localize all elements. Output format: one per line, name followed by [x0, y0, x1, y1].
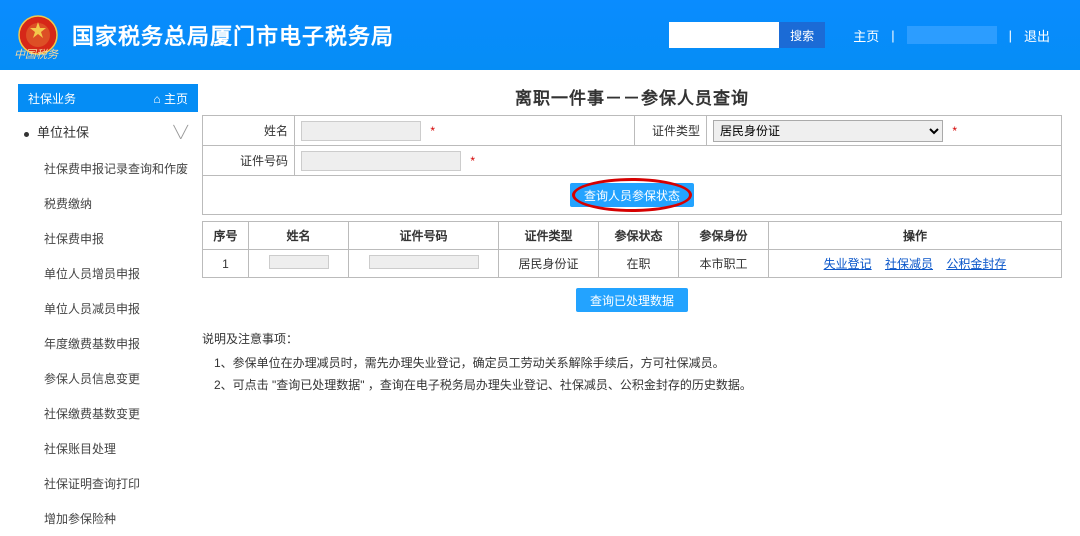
sidebar-item-add-insurance[interactable]: 增加参保险种	[44, 501, 198, 536]
sidebar-item-annual-base[interactable]: 年度缴费基数申报	[44, 326, 198, 361]
nav-logout-link[interactable]: 退出	[1024, 26, 1050, 45]
idno-label: 证件号码	[203, 146, 295, 176]
col-idno: 证件号码	[349, 222, 499, 250]
site-title: 国家税务总局厦门市电子税务局	[72, 19, 394, 51]
idtype-label: 证件类型	[635, 116, 707, 146]
cell-idno	[349, 250, 499, 278]
col-idtype: 证件类型	[499, 222, 599, 250]
header-nav: 主页 | | 退出	[847, 26, 1056, 45]
col-identity: 参保身份	[679, 222, 769, 250]
sidebar-item-tax-pay[interactable]: 税费缴纳	[44, 186, 198, 221]
required-mark: *	[952, 124, 957, 138]
col-seq: 序号	[203, 222, 249, 250]
idtype-select[interactable]: 居民身份证	[713, 120, 943, 142]
op-unemploy-register[interactable]: 失业登记	[824, 257, 872, 271]
sidebar-item-fee-declare[interactable]: 社保费申报	[44, 221, 198, 256]
cell-name	[249, 250, 349, 278]
required-mark: *	[430, 124, 435, 138]
sidebar-item-account-handle[interactable]: 社保账目处理	[44, 431, 198, 466]
sidebar-header[interactable]: 社保业务 ⌂ 主页	[18, 84, 198, 112]
cell-identity: 本市职工	[679, 250, 769, 278]
chevron-down-icon: ╲╱	[174, 125, 188, 139]
nav-user-placeholder	[907, 26, 997, 44]
sidebar-item-remove-member[interactable]: 单位人员减员申报	[44, 291, 198, 326]
nav-divider: |	[1009, 28, 1012, 43]
cell-ops: 失业登记 社保减员 公积金封存	[769, 250, 1062, 278]
search-button[interactable]: 搜索	[779, 22, 825, 48]
notes-title: 说明及注意事项：	[202, 328, 1062, 350]
sidebar: 社保业务 ⌂ 主页 单位社保 ╲╱ 社保费申报记录查询和作废 税费缴纳 社保费申…	[0, 70, 198, 536]
logo-subtitle: 中国税务	[14, 46, 58, 62]
name-label: 姓名	[203, 116, 295, 146]
idno-input[interactable]	[301, 151, 461, 171]
notes-item: 2、可点击 "查询已处理数据" ，查询在电子税务局办理失业登记、社保减员、公积金…	[214, 374, 1062, 396]
cell-status: 在职	[599, 250, 679, 278]
sidebar-item-info-change[interactable]: 参保人员信息变更	[44, 361, 198, 396]
sidebar-item-base-change[interactable]: 社保缴费基数变更	[44, 396, 198, 431]
sidebar-item-cert-print[interactable]: 社保证明查询打印	[44, 466, 198, 501]
query-button-row: 查询人员参保状态	[202, 176, 1062, 215]
name-input[interactable]	[301, 121, 421, 141]
col-status: 参保状态	[599, 222, 679, 250]
table-header-row: 序号 姓名 证件号码 证件类型 参保状态 参保身份 操作	[203, 222, 1062, 250]
sidebar-home-link[interactable]: ⌂ 主页	[153, 90, 188, 107]
notes-item: 1、参保单位在办理减员时，需先办理失业登记，确定员工劳动关系解除手续后，方可社保…	[214, 352, 1062, 374]
sidebar-submenu: 社保费申报记录查询和作废 税费缴纳 社保费申报 单位人员增员申报 单位人员减员申…	[18, 151, 198, 536]
col-name: 姓名	[249, 222, 349, 250]
query-processed-button[interactable]: 查询已处理数据	[576, 288, 688, 312]
bullet-icon	[24, 132, 29, 137]
sidebar-top-label: 单位社保	[37, 125, 89, 140]
sidebar-header-label: 社保业务	[28, 90, 76, 107]
main-content: 离职一件事－－参保人员查询 姓名 * 证件类型 居民身份证 * 证件号码	[198, 70, 1080, 536]
op-social-remove[interactable]: 社保减员	[885, 257, 933, 271]
home-icon: ⌂	[153, 92, 164, 106]
op-fund-seal[interactable]: 公积金封存	[946, 257, 1006, 271]
table-row: 1 居民身份证 在职 本市职工 失业登记 社保减员 公积金封存	[203, 250, 1062, 278]
query-status-button[interactable]: 查询人员参保状态	[570, 183, 694, 207]
nav-divider: |	[891, 28, 894, 43]
nav-home-link[interactable]: 主页	[853, 26, 879, 45]
sidebar-item-unit-social[interactable]: 单位社保 ╲╱	[18, 112, 198, 151]
col-ops: 操作	[769, 222, 1062, 250]
search-input[interactable]	[669, 22, 779, 48]
sidebar-item-add-member[interactable]: 单位人员增员申报	[44, 256, 198, 291]
sidebar-item-record-query[interactable]: 社保费申报记录查询和作废	[44, 151, 198, 186]
cell-seq: 1	[203, 250, 249, 278]
top-header: 国家税务总局厦门市电子税务局 中国税务 搜索 主页 | | 退出	[0, 0, 1080, 70]
cell-idtype: 居民身份证	[499, 250, 599, 278]
required-mark: *	[470, 154, 475, 168]
page-title: 离职一件事－－参保人员查询	[202, 84, 1062, 109]
result-table: 序号 姓名 证件号码 证件类型 参保状态 参保身份 操作 1 居民身份证 在职 …	[202, 221, 1062, 278]
query-form: 姓名 * 证件类型 居民身份证 * 证件号码 *	[202, 115, 1062, 176]
notes-section: 说明及注意事项： 1、参保单位在办理减员时，需先办理失业登记，确定员工劳动关系解…	[202, 328, 1062, 396]
